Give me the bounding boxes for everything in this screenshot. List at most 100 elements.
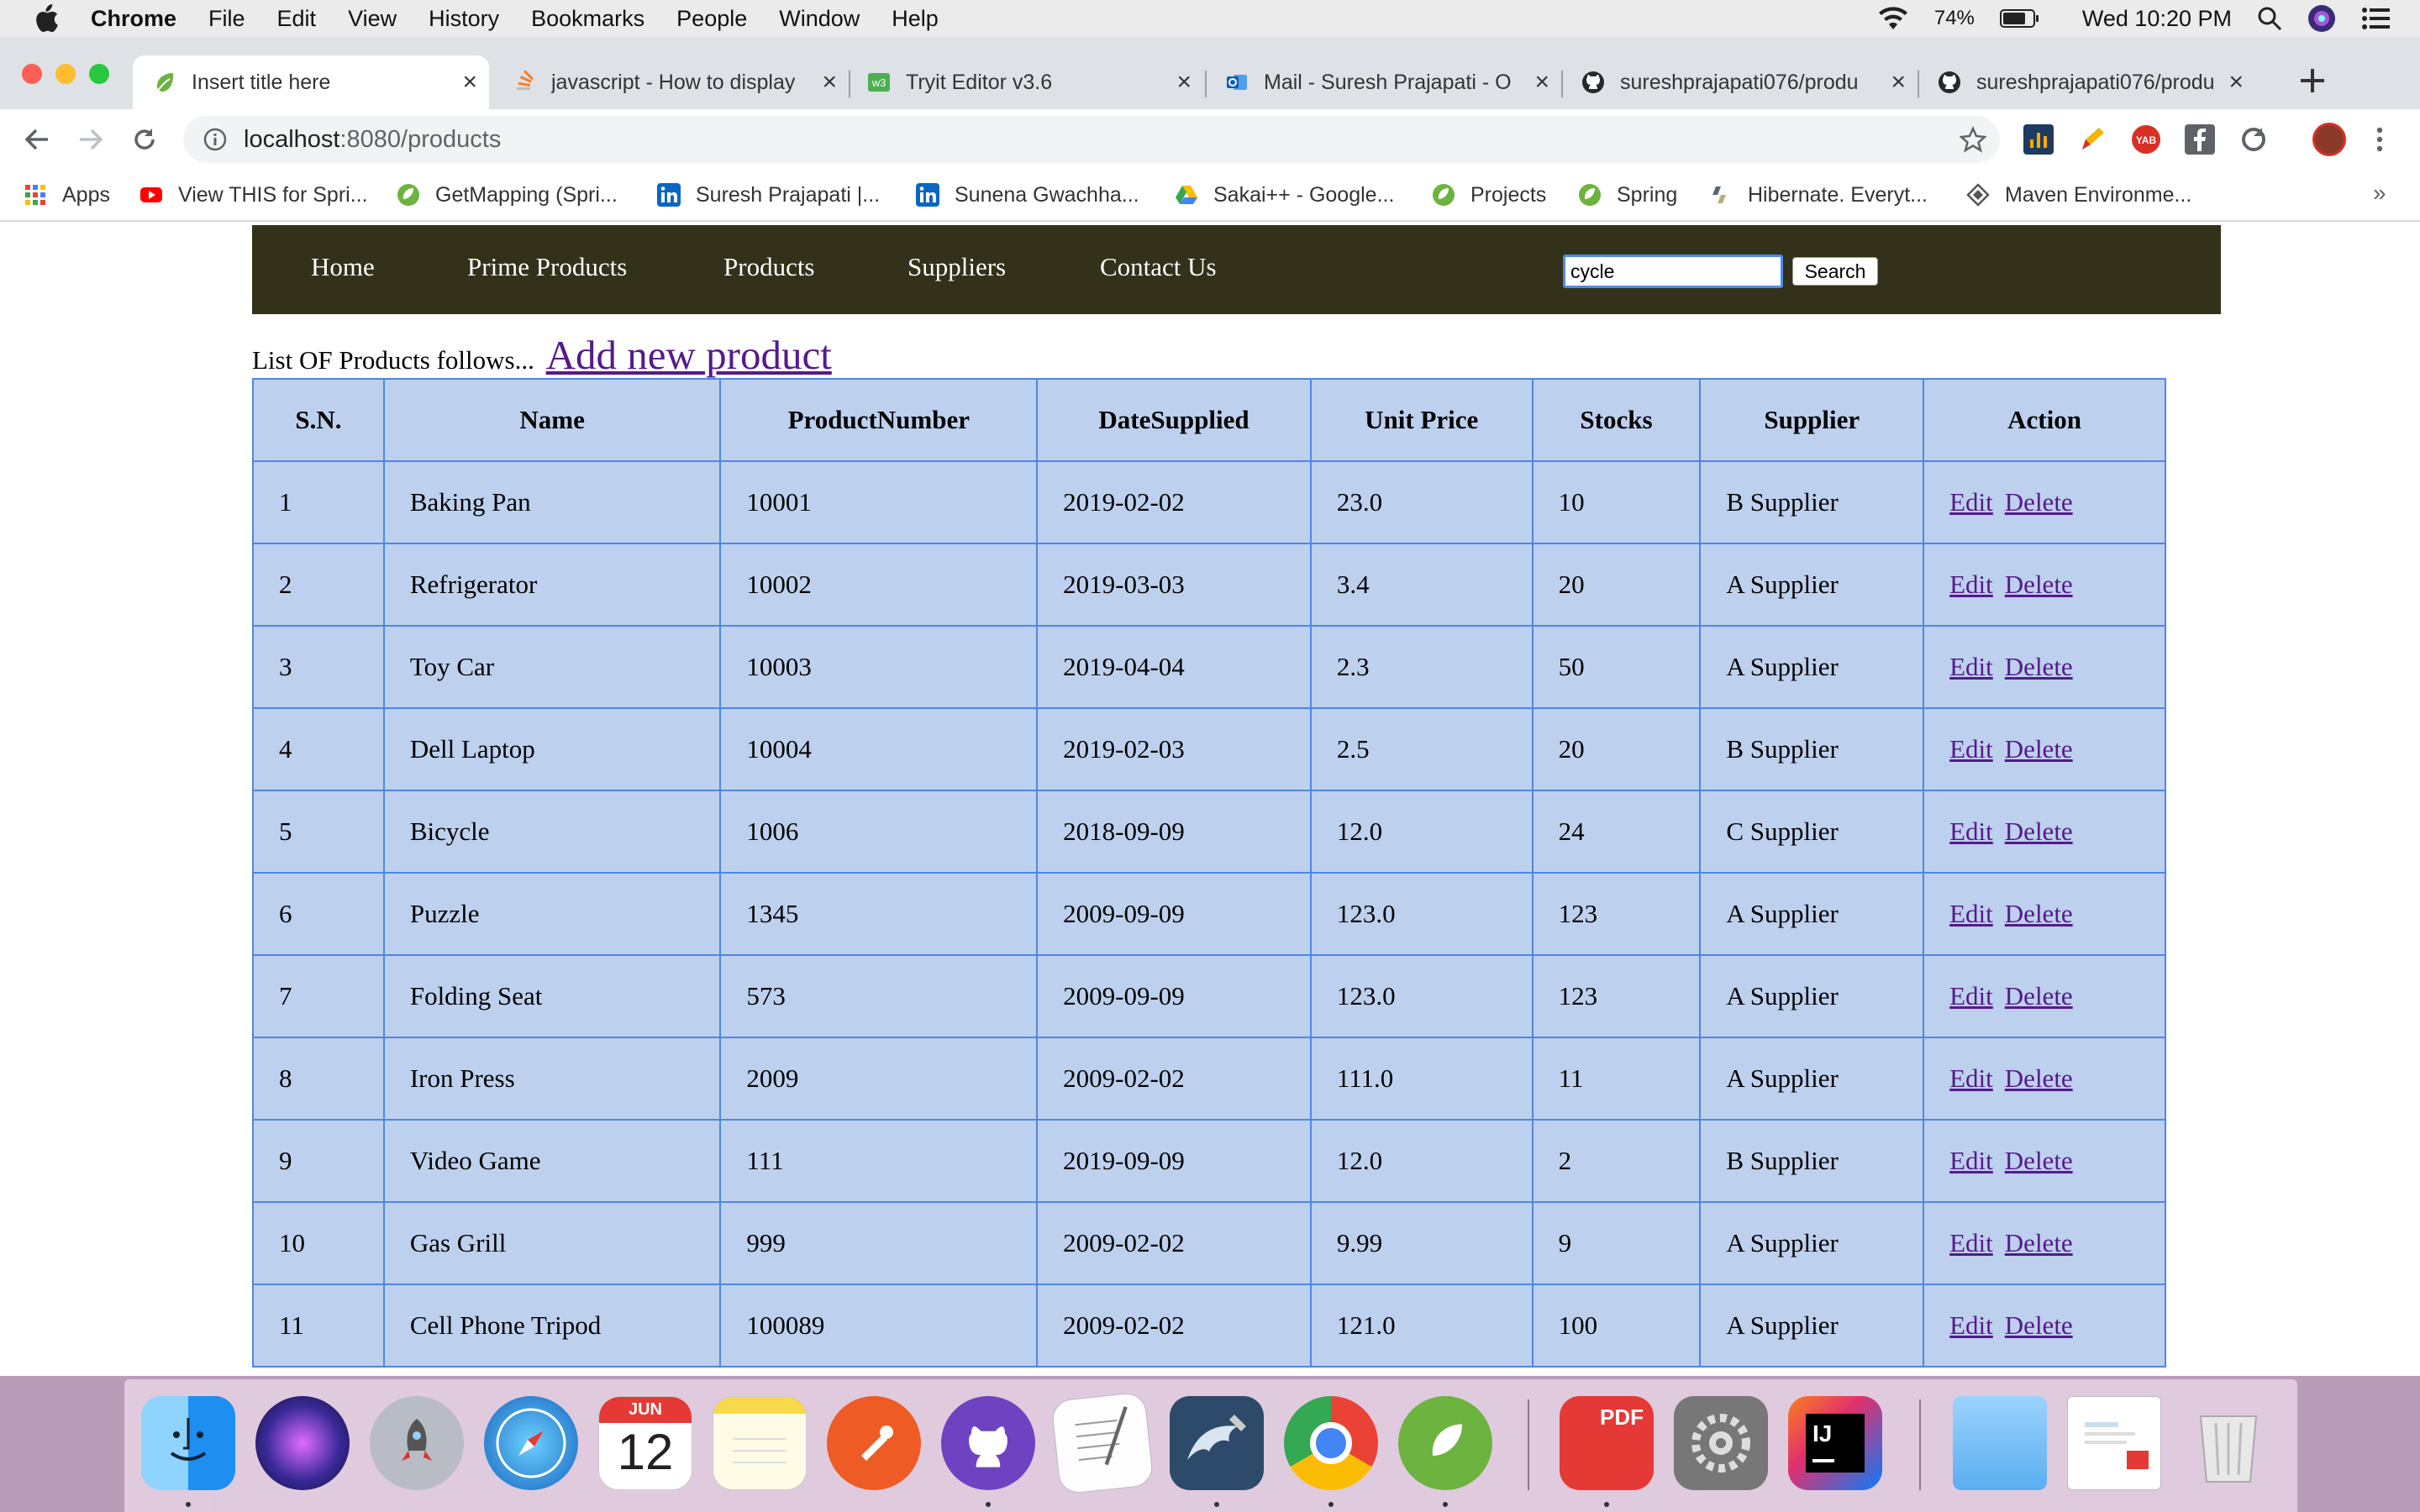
tab-close-icon[interactable]: ×: [1891, 68, 1906, 97]
menu-help[interactable]: Help: [892, 6, 939, 32]
menu-app-name[interactable]: Chrome: [91, 6, 176, 32]
info-icon[interactable]: [203, 128, 227, 151]
document-stack-icon[interactable]: [2067, 1396, 2161, 1490]
extension-pencil-icon[interactable]: [2077, 124, 2107, 155]
tab-close-icon[interactable]: ×: [1534, 68, 1549, 97]
delete-link[interactable]: Delete: [2005, 1146, 2073, 1175]
textedit-icon[interactable]: [1050, 1391, 1155, 1495]
menu-edit[interactable]: Edit: [277, 6, 317, 32]
tab-github-1[interactable]: sureshprajapati076/produ ×: [1563, 55, 1918, 109]
finder-icon[interactable]: [141, 1396, 235, 1490]
menu-bookmarks[interactable]: Bookmarks: [531, 6, 644, 32]
window-minimize-button[interactable]: [55, 64, 76, 84]
menu-window[interactable]: Window: [779, 6, 860, 32]
tab-tryit-editor[interactable]: w3 Tryit Editor v3.6 ×: [850, 55, 1203, 109]
bookmark-getmapping[interactable]: GetMapping (Spri...: [397, 170, 618, 220]
bookmark-sunena-linkedin[interactable]: Sunena Gwachha...: [916, 170, 1139, 220]
downloads-folder-icon[interactable]: [1953, 1396, 2047, 1490]
tab-insert-title-here[interactable]: Insert title here ×: [133, 55, 489, 109]
bookmark-maven[interactable]: Maven Environme...: [1966, 170, 2191, 220]
calendar-icon[interactable]: JUN 12: [598, 1396, 692, 1490]
system-preferences-icon[interactable]: [1674, 1396, 1768, 1490]
tab-close-icon[interactable]: ×: [462, 68, 477, 97]
intellij-icon[interactable]: IJ: [1788, 1396, 1882, 1490]
pdf-expert-icon[interactable]: PDF: [1560, 1396, 1654, 1490]
edit-link[interactable]: Edit: [1949, 1063, 1993, 1093]
delete-link[interactable]: Delete: [2005, 1063, 2073, 1093]
menu-view[interactable]: View: [348, 6, 397, 32]
delete-link[interactable]: Delete: [2005, 1228, 2073, 1257]
edit-link[interactable]: Edit: [1949, 1228, 1993, 1257]
edit-link[interactable]: Edit: [1949, 816, 1993, 846]
tab-stackoverflow[interactable]: javascript - How to display ×: [496, 55, 849, 109]
search-button[interactable]: Search: [1792, 257, 1878, 286]
tab-close-icon[interactable]: ×: [2228, 68, 2244, 97]
bookmark-hibernate[interactable]: Hibernate. Everyt...: [1709, 170, 1928, 220]
chrome-menu-icon[interactable]: [2375, 126, 2385, 153]
bookmark-star-icon[interactable]: [1960, 126, 1986, 153]
edit-link[interactable]: Edit: [1949, 487, 1993, 517]
delete-link[interactable]: Delete: [2005, 816, 2073, 846]
tab-close-icon[interactable]: ×: [822, 68, 837, 97]
safari-icon[interactable]: [484, 1396, 578, 1490]
siri-icon[interactable]: [255, 1396, 350, 1490]
trash-icon[interactable]: [2181, 1396, 2275, 1490]
notes-icon[interactable]: [713, 1396, 807, 1490]
nav-suppliers[interactable]: Suppliers: [908, 252, 1006, 282]
edit-link[interactable]: Edit: [1949, 1310, 1993, 1340]
extension-sync-icon[interactable]: [2238, 124, 2269, 155]
github-desktop-icon[interactable]: [941, 1396, 1035, 1490]
tab-github-2[interactable]: sureshprajapati076/produ ×: [1919, 55, 2255, 109]
window-close-button[interactable]: [22, 64, 42, 84]
menu-file[interactable]: File: [208, 6, 245, 32]
battery-icon[interactable]: [1999, 8, 2040, 29]
edit-link[interactable]: Edit: [1949, 652, 1993, 681]
mysql-workbench-icon[interactable]: [1170, 1396, 1264, 1490]
edit-link[interactable]: Edit: [1949, 981, 1993, 1011]
spotlight-search-icon[interactable]: [2257, 6, 2282, 31]
window-maximize-button[interactable]: [89, 64, 109, 84]
nav-prime-products[interactable]: Prime Products: [467, 252, 627, 282]
nav-home[interactable]: Home: [311, 252, 375, 282]
forward-arrow-icon[interactable]: [72, 121, 109, 158]
delete-link[interactable]: Delete: [2005, 981, 2073, 1011]
bookmark-spring[interactable]: Spring: [1578, 170, 1677, 220]
bookmark-sakai[interactable]: Sakai++ - Google...: [1175, 170, 1394, 220]
address-bar[interactable]: localhost:8080/products: [183, 116, 2000, 163]
spring-tool-suite-icon[interactable]: [1398, 1396, 1492, 1490]
notification-center-icon[interactable]: [2361, 7, 2390, 30]
chrome-icon[interactable]: [1284, 1396, 1378, 1490]
extension-analytics-icon[interactable]: [2023, 124, 2054, 155]
tab-close-icon[interactable]: ×: [1176, 68, 1192, 97]
postman-icon[interactable]: [827, 1396, 921, 1490]
extension-facebook-icon[interactable]: [2185, 124, 2215, 155]
reload-icon[interactable]: [126, 121, 163, 158]
menu-history[interactable]: History: [429, 6, 499, 32]
profile-avatar[interactable]: [2312, 123, 2346, 156]
siri-icon[interactable]: [2307, 4, 2336, 33]
bookmarks-overflow-chevron-icon[interactable]: »: [2373, 180, 2386, 207]
delete-link[interactable]: Delete: [2005, 1310, 2073, 1340]
menu-people[interactable]: People: [676, 6, 747, 32]
delete-link[interactable]: Delete: [2005, 734, 2073, 764]
edit-link[interactable]: Edit: [1949, 899, 1993, 928]
delete-link[interactable]: Delete: [2005, 899, 2073, 928]
bookmark-view-this[interactable]: View THIS for Spri...: [139, 170, 368, 220]
menubar-clock[interactable]: Wed 10:20 PM: [2082, 6, 2232, 32]
extension-yab-icon[interactable]: YAB: [2131, 124, 2161, 155]
wifi-icon[interactable]: [1877, 6, 1909, 31]
edit-link[interactable]: Edit: [1949, 1146, 1993, 1175]
tab-outlook-mail[interactable]: Mail - Suresh Prajapati - O ×: [1207, 55, 1561, 109]
back-arrow-icon[interactable]: [18, 121, 55, 158]
bookmark-suresh-linkedin[interactable]: Suresh Prajapati |...: [657, 170, 880, 220]
bookmark-apps[interactable]: Apps: [24, 170, 110, 220]
launchpad-icon[interactable]: [370, 1396, 464, 1490]
nav-products[interactable]: Products: [723, 252, 815, 282]
edit-link[interactable]: Edit: [1949, 570, 1993, 599]
new-tab-plus-icon[interactable]: [2299, 67, 2326, 94]
nav-contact-us[interactable]: Contact Us: [1100, 252, 1217, 282]
search-input[interactable]: cycle: [1563, 255, 1783, 288]
add-new-product-link[interactable]: Add new product: [546, 332, 832, 378]
edit-link[interactable]: Edit: [1949, 734, 1993, 764]
delete-link[interactable]: Delete: [2005, 652, 2073, 681]
